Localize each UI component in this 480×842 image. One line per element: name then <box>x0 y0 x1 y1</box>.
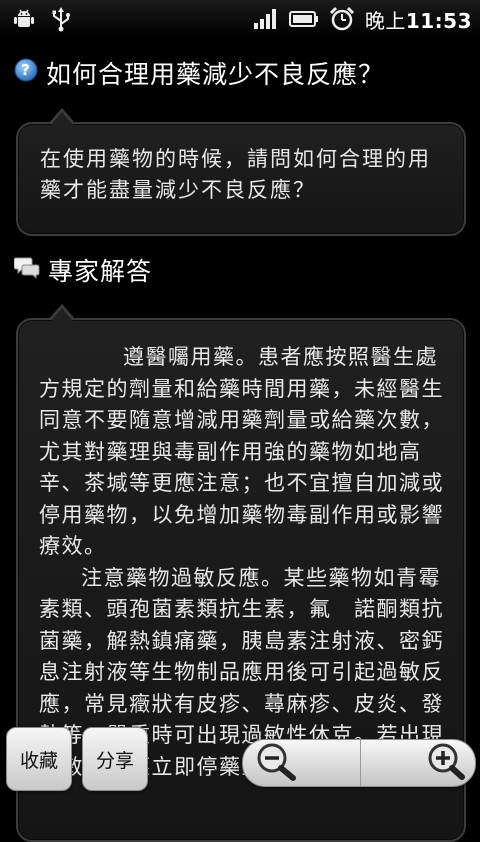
answer-heading: 專家解答 <box>48 257 153 286</box>
question-header: ? 如何合理用藥減少不良反應？ <box>14 55 384 91</box>
question-bubble: 在使用藥物的時候，請問如何合理的用藥才能盡量減少不良反應？ <box>16 108 466 236</box>
answer-body: 遵醫囑用藥。患者應按照醫生處方規定的劑量和給藥時間用藥，未經醫生同意不要隨意增減… <box>39 342 459 783</box>
chat-bubbles-icon <box>13 255 40 285</box>
status-bar: 晚上11:53 <box>0 0 480 38</box>
battery-icon <box>288 9 319 29</box>
status-time: 晚上11:53 <box>364 8 472 33</box>
zoom-out-icon <box>255 741 299 785</box>
android-debug-icon <box>12 7 36 31</box>
zoom-in-icon <box>425 741 465 785</box>
favorite-button[interactable]: 收藏 <box>6 727 72 791</box>
zoom-controls <box>242 739 476 787</box>
zoom-out-button[interactable] <box>243 740 361 786</box>
question-title: 如何合理用藥減少不良反應？ <box>46 60 385 89</box>
usb-icon <box>50 6 72 32</box>
alarm-icon <box>329 6 355 32</box>
question-body: 在使用藥物的時候，請問如何合理的用藥才能盡量減少不良反應？ <box>40 147 431 202</box>
zoom-in-button[interactable] <box>361 740 476 786</box>
share-button[interactable]: 分享 <box>82 727 148 791</box>
signal-icon <box>253 8 279 30</box>
answer-paragraph-1: 遵醫囑用藥。患者應按照醫生處方規定的劑量和給藥時間用藥，未經醫生同意不要隨意增減… <box>39 345 444 558</box>
question-icon: ? <box>14 58 38 88</box>
svg-text:?: ? <box>21 61 31 79</box>
answer-header: 專家解答 <box>13 252 153 288</box>
